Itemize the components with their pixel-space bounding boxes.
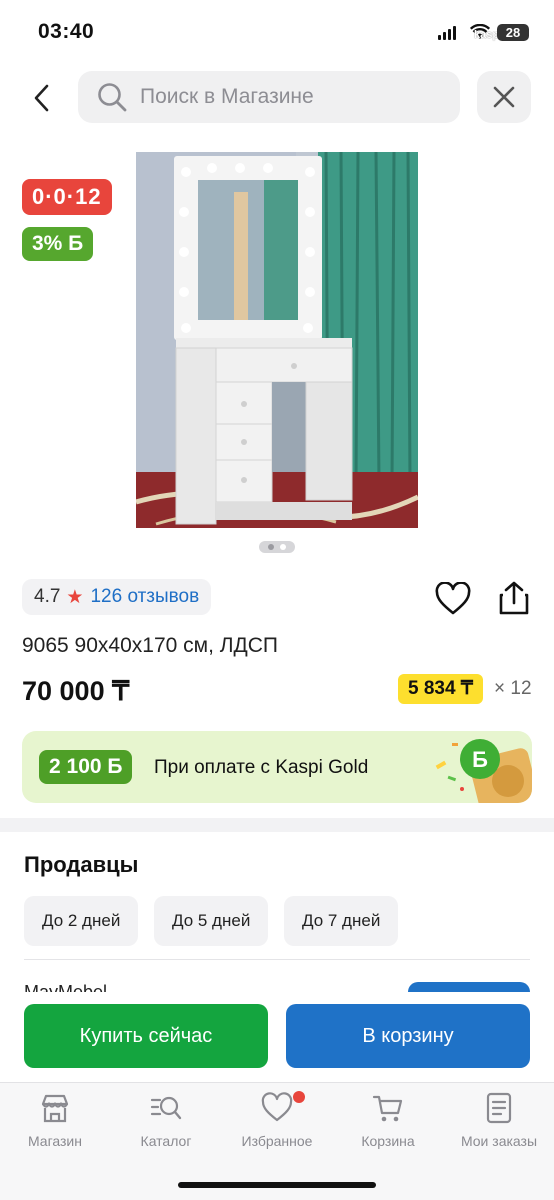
add-to-cart-button[interactable]: В корзину <box>286 1004 530 1068</box>
installment-price: 5 834 ₸ <box>398 674 483 704</box>
sellers-title: Продавцы <box>24 852 139 877</box>
svg-text:Б: Б <box>472 747 488 772</box>
back-button[interactable] <box>20 76 64 120</box>
sellers-separator <box>24 959 530 960</box>
tab-catalog[interactable]: Каталог <box>111 1091 221 1149</box>
gold-banner-text: При оплате с Kaspi Gold <box>154 757 369 778</box>
buy-now-button[interactable]: Купить сейчас <box>24 1004 268 1068</box>
rating-value: 4.7 <box>34 586 61 607</box>
kaspi-gold-banner[interactable]: 2 100 Б При оплате с Kaspi Gold Б <box>22 731 532 803</box>
search-input[interactable] <box>140 85 430 109</box>
tab-shop[interactable]: Магазин <box>0 1091 110 1149</box>
search-field[interactable] <box>78 71 460 123</box>
sellers-section: Продавцы До 2 дней До 5 дней До 7 дней M… <box>0 832 554 992</box>
catalog-search-icon <box>150 1096 182 1120</box>
tab-label: Избранное <box>241 1133 313 1149</box>
heart-icon <box>261 1092 293 1122</box>
close-icon <box>493 86 515 108</box>
rating-pill[interactable]: 4.7 ★ 126 отзывов <box>22 579 212 615</box>
purchase-actions: Купить сейчас В корзину <box>0 992 554 1082</box>
top-bar <box>0 70 554 126</box>
delivery-filter-7-days[interactable]: До 7 дней <box>284 896 399 946</box>
pager-dot-active <box>280 544 286 550</box>
image-pager[interactable] <box>259 541 295 553</box>
tab-orders[interactable]: Мои заказы <box>444 1091 554 1149</box>
delivery-filter-2-days[interactable]: До 2 дней <box>24 896 139 946</box>
share-icon[interactable] <box>496 580 532 616</box>
section-divider <box>0 818 554 832</box>
home-indicator[interactable] <box>178 1182 376 1188</box>
tab-label: Мои заказы <box>460 1133 538 1149</box>
status-time: 03:40 <box>38 20 95 43</box>
tab-label: Корзина <box>361 1133 415 1149</box>
reviews-link[interactable]: 126 отзывов <box>90 586 199 608</box>
tab-cart[interactable]: Корзина <box>333 1091 443 1149</box>
shop-icon <box>41 1094 69 1123</box>
product-title: 9065 90x40x170 см, ЛДСП <box>22 634 279 657</box>
product-image[interactable] <box>136 152 418 528</box>
signal-icon <box>438 26 456 40</box>
installment-months: × 12 <box>494 678 532 699</box>
favorite-heart-icon[interactable] <box>434 582 472 616</box>
product-photo <box>136 152 418 528</box>
tab-favorites[interactable]: Избранное <box>222 1091 332 1149</box>
tab-label: Каталог <box>140 1133 192 1149</box>
pager-dot <box>268 544 274 550</box>
orders-icon <box>486 1092 512 1124</box>
battery-icon: 28 <box>497 24 529 41</box>
bonus-amount: 2 100 Б <box>39 750 133 784</box>
chevron-left-icon <box>34 84 49 112</box>
notification-dot <box>293 1091 305 1103</box>
search-icon <box>98 83 127 112</box>
product-price: 70 000 ₸ <box>22 676 130 706</box>
seller-select-button[interactable] <box>408 982 530 992</box>
status-bar: 03:40 kaspi.kz 28 <box>0 0 554 64</box>
close-button[interactable] <box>477 71 531 123</box>
tab-label: Магазин <box>27 1133 82 1149</box>
star-icon: ★ <box>66 586 84 608</box>
installment-badge: 0·0·12 <box>22 179 112 215</box>
delivery-filter-5-days[interactable]: До 5 дней <box>154 896 269 946</box>
seller-name[interactable]: MayMebel <box>24 982 107 992</box>
bonus-coin-icon: Б <box>435 739 532 803</box>
bonus-badge: 3% Б <box>22 227 94 261</box>
cart-icon <box>372 1095 403 1122</box>
